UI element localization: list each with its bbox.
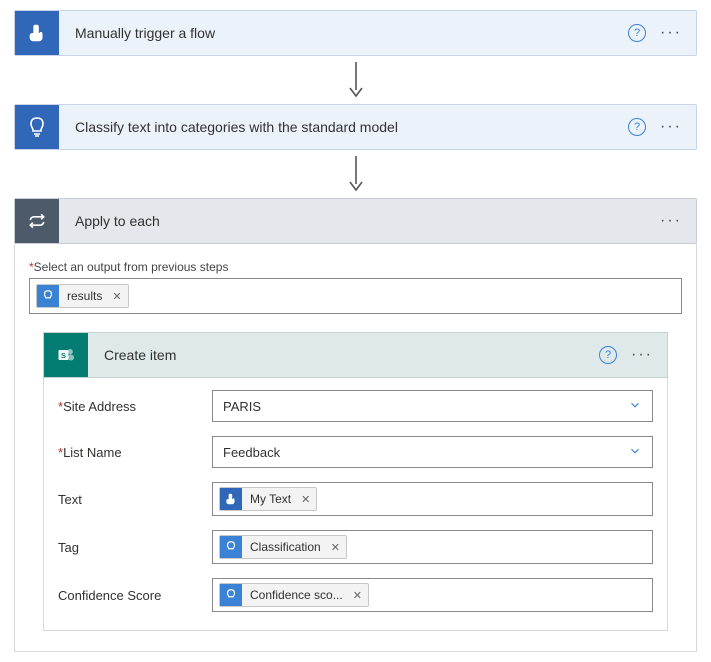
- token-classification[interactable]: Classification ✕: [219, 535, 347, 559]
- loop-icon: [15, 199, 59, 243]
- help-icon[interactable]: ?: [628, 24, 646, 42]
- select-list-name[interactable]: Feedback: [212, 436, 653, 468]
- create-item-body: *Site Address PARIS *List Name: [43, 378, 668, 631]
- svg-text:S: S: [61, 351, 66, 360]
- step-classify[interactable]: Classify text into categories with the s…: [14, 104, 697, 150]
- chevron-down-icon: [628, 444, 642, 461]
- select-value: PARIS: [223, 399, 261, 414]
- ai-token-icon: [220, 584, 242, 606]
- input-text[interactable]: My Text ✕: [212, 482, 653, 516]
- step-create-title: Create item: [88, 347, 599, 363]
- arrow-connector: [14, 56, 697, 104]
- step-create-header[interactable]: S Create item ? ···: [43, 332, 668, 378]
- token-remove-icon[interactable]: ✕: [110, 290, 121, 303]
- token-label: results: [65, 289, 104, 303]
- ai-builder-icon: [15, 105, 59, 149]
- help-icon[interactable]: ?: [628, 118, 646, 136]
- token-remove-icon[interactable]: ✕: [351, 589, 362, 602]
- label-list-name: *List Name: [58, 445, 200, 460]
- input-tag[interactable]: Classification ✕: [212, 530, 653, 564]
- more-icon[interactable]: ···: [660, 25, 682, 41]
- select-value: Feedback: [223, 445, 280, 460]
- step-trigger[interactable]: Manually trigger a flow ? ···: [14, 10, 697, 56]
- step-apply-container: Apply to each ··· *Select an output from…: [14, 198, 697, 652]
- input-confidence[interactable]: Confidence sco... ✕: [212, 578, 653, 612]
- chevron-down-icon: [628, 398, 642, 415]
- token-remove-icon[interactable]: ✕: [299, 493, 310, 506]
- label-text: Text: [58, 492, 200, 507]
- select-site-address[interactable]: PARIS: [212, 390, 653, 422]
- row-text: Text My Text ✕: [58, 482, 653, 516]
- help-icon[interactable]: ?: [599, 346, 617, 364]
- step-trigger-title: Manually trigger a flow: [59, 25, 628, 41]
- more-icon[interactable]: ···: [660, 213, 682, 229]
- label-confidence: Confidence Score: [58, 588, 200, 603]
- more-icon[interactable]: ···: [631, 347, 653, 363]
- more-icon[interactable]: ···: [660, 119, 682, 135]
- ai-token-icon: [37, 285, 59, 307]
- ai-token-icon: [220, 536, 242, 558]
- step-classify-title: Classify text into categories with the s…: [59, 119, 628, 135]
- arrow-connector: [14, 150, 697, 198]
- token-results[interactable]: results ✕: [36, 284, 129, 308]
- trigger-icon: [15, 11, 59, 55]
- step-apply-header[interactable]: Apply to each ···: [14, 198, 697, 244]
- row-site-address: *Site Address PARIS: [58, 390, 653, 422]
- output-token-field[interactable]: results ✕: [29, 278, 682, 314]
- nested-step-wrapper: S Create item ? ··· *Site Address PARIS: [29, 314, 682, 631]
- row-list-name: *List Name Feedback: [58, 436, 653, 468]
- apply-body: *Select an output from previous steps re…: [14, 244, 697, 652]
- label-site-address: *Site Address: [58, 399, 200, 414]
- output-label: *Select an output from previous steps: [29, 256, 682, 278]
- token-label: Confidence sco...: [248, 588, 345, 602]
- token-confidence-score[interactable]: Confidence sco... ✕: [219, 583, 369, 607]
- token-label: Classification: [248, 540, 323, 554]
- label-tag: Tag: [58, 540, 200, 555]
- row-confidence: Confidence Score Confidence sco... ✕: [58, 578, 653, 612]
- sharepoint-icon: S: [44, 333, 88, 377]
- row-tag: Tag Classification ✕: [58, 530, 653, 564]
- trigger-token-icon: [220, 488, 242, 510]
- token-remove-icon[interactable]: ✕: [329, 541, 340, 554]
- token-my-text[interactable]: My Text ✕: [219, 487, 317, 511]
- step-apply-title: Apply to each: [59, 213, 660, 229]
- token-label: My Text: [248, 492, 293, 506]
